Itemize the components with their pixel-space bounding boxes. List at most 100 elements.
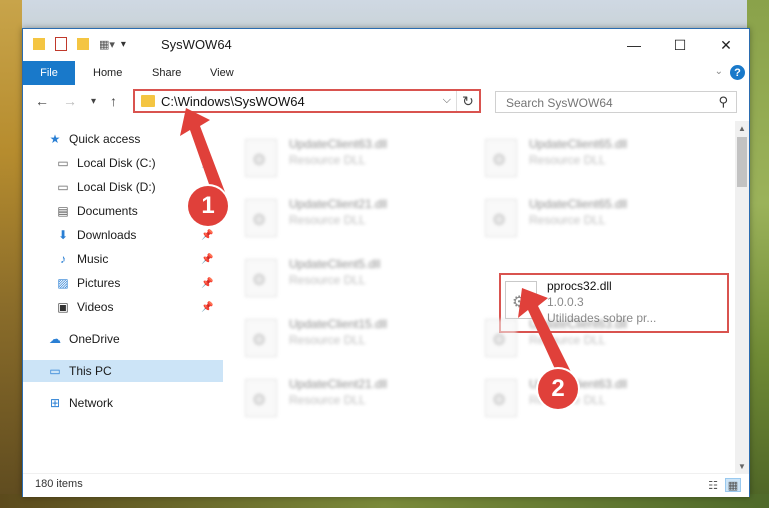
- tab-home[interactable]: Home: [93, 61, 122, 85]
- file-item[interactable]: UpdateClient15.dll Resource DLL: [223, 309, 453, 359]
- file-name: UpdateClient21.dll: [289, 197, 388, 211]
- drive-icon: ▭: [57, 180, 69, 194]
- computer-icon: ▭: [49, 364, 61, 378]
- sidebar-item-label: Videos: [77, 300, 114, 314]
- new-folder-icon[interactable]: [77, 38, 89, 50]
- expand-ribbon-icon[interactable]: ⌄: [715, 66, 723, 77]
- file-item[interactable]: UpdateClient65.dll Resource DLL: [463, 189, 693, 239]
- file-item[interactable]: UpdateClient63.dll Resource DLL: [223, 129, 453, 179]
- refresh-button[interactable]: ↻: [456, 91, 479, 111]
- file-item[interactable]: UpdateClient21.dll Resource DLL: [223, 369, 453, 419]
- videos-icon: ▣: [57, 300, 69, 314]
- sidebar-item-label: Documents: [77, 204, 138, 218]
- folder-icon: [141, 95, 155, 107]
- properties-icon[interactable]: [55, 37, 67, 51]
- file-item[interactable]: UpdateClient65.dll Resource DLL: [463, 129, 693, 179]
- file-name: UpdateClient65.dll: [529, 137, 628, 151]
- drive-icon: ▭: [57, 156, 69, 170]
- dll-file-icon: [245, 319, 277, 357]
- maximize-button[interactable]: ☐: [657, 29, 703, 61]
- search-input[interactable]: [504, 93, 708, 113]
- download-icon: ⬇: [57, 228, 69, 242]
- dll-file-icon: [485, 139, 517, 177]
- step-badge-2: 2: [538, 369, 578, 409]
- sidebar-item-pictures[interactable]: ▨ Pictures 📌: [23, 272, 248, 294]
- item-count: 180 items: [35, 478, 83, 490]
- recent-locations-button[interactable]: ▾: [91, 96, 96, 107]
- up-button[interactable]: ↑: [110, 93, 117, 109]
- scroll-down-icon[interactable]: ▼: [735, 459, 749, 473]
- file-description: Resource DLL: [289, 213, 366, 227]
- sidebar-item-label: OneDrive: [69, 332, 120, 346]
- title-bar: ▦▾ ▾ SysWOW64 — ☐ ✕: [23, 29, 749, 61]
- file-description: Resource DLL: [289, 393, 366, 407]
- file-description: Resource DLL: [529, 153, 606, 167]
- status-bar: 180 items ☷ ▦: [23, 473, 749, 497]
- pin-icon: 📌: [201, 229, 214, 241]
- network-icon: ⊞: [49, 396, 61, 410]
- dll-file-icon: [245, 199, 277, 237]
- sidebar-item-label: Local Disk (C:): [77, 156, 156, 170]
- sidebar-item-onedrive[interactable]: ☁ OneDrive: [23, 328, 240, 350]
- close-button[interactable]: ✕: [703, 29, 749, 61]
- step-badge-1: 1: [188, 186, 228, 226]
- desktop-background-right: [747, 0, 769, 508]
- file-description: Resource DLL: [289, 273, 366, 287]
- quick-access-toolbar: ▦▾ ▾: [33, 35, 126, 53]
- documents-icon: ▤: [57, 204, 69, 218]
- dll-file-icon: [245, 259, 277, 297]
- music-icon: ♪: [60, 252, 66, 266]
- sidebar-item-label: Music: [77, 252, 109, 266]
- forward-button[interactable]: →: [63, 93, 77, 109]
- sidebar-item-label: Downloads: [77, 228, 137, 242]
- tab-view[interactable]: View: [210, 61, 234, 85]
- search-box[interactable]: ⚲: [495, 91, 737, 113]
- sidebar-item-label: Quick access: [69, 132, 141, 146]
- file-description: Resource DLL: [289, 333, 366, 347]
- star-icon: ★: [49, 132, 61, 146]
- back-button[interactable]: ←: [35, 93, 49, 109]
- scroll-up-icon[interactable]: ▲: [735, 121, 749, 135]
- tiles-view-icon[interactable]: ▦: [725, 478, 741, 492]
- dll-file-icon: [245, 139, 277, 177]
- tab-share[interactable]: Share: [152, 61, 181, 85]
- dll-file-icon: [485, 199, 517, 237]
- details-view-icon[interactable]: ☷: [705, 478, 721, 492]
- sidebar-item-music[interactable]: ♪ Music 📌: [23, 248, 248, 270]
- customize-toolbar-icon[interactable]: ▦▾: [99, 38, 115, 51]
- explorer-window: ▦▾ ▾ SysWOW64 — ☐ ✕ File Home Share View…: [22, 28, 750, 497]
- sidebar-item-label: Local Disk (D:): [77, 180, 156, 194]
- pin-icon: 📌: [201, 277, 214, 289]
- file-item[interactable]: UpdateClient21.dll Resource DLL: [223, 189, 453, 239]
- tab-file[interactable]: File: [23, 61, 75, 85]
- file-list: UpdateClient63.dll Resource DLL UpdateCl…: [223, 121, 735, 473]
- folder-icon[interactable]: [33, 38, 45, 50]
- file-description: Resource DLL: [529, 213, 606, 227]
- pin-icon: 📌: [201, 301, 214, 313]
- sidebar-item-network[interactable]: ⊞ Network: [23, 392, 240, 414]
- sidebar-item-label: Pictures: [77, 276, 121, 290]
- pin-icon: 📌: [201, 253, 214, 265]
- file-name: UpdateClient63.dll: [289, 137, 388, 151]
- dll-file-icon: [245, 379, 277, 417]
- address-dropdown-icon[interactable]: ⌵: [443, 94, 451, 107]
- minimize-button[interactable]: —: [611, 29, 657, 61]
- sidebar-item-this-pc[interactable]: ▭ This PC: [23, 360, 240, 382]
- scroll-thumb[interactable]: [737, 137, 747, 187]
- file-name: UpdateClient65.dll: [529, 197, 628, 211]
- cloud-icon: ☁: [49, 332, 61, 346]
- vertical-scrollbar[interactable]: ▲ ▼: [735, 121, 749, 473]
- search-icon[interactable]: ⚲: [718, 94, 728, 110]
- sidebar-item-label: Network: [69, 396, 114, 410]
- file-name: UpdateClient15.dll: [289, 317, 388, 331]
- pictures-icon: ▨: [57, 276, 69, 290]
- file-item[interactable]: UpdateClient5.dll Resource DLL: [223, 249, 453, 299]
- help-icon[interactable]: ?: [730, 65, 745, 80]
- sidebar-item-downloads[interactable]: ⬇ Downloads 📌: [23, 224, 248, 246]
- desktop-background-left: [0, 0, 22, 508]
- sidebar-item-videos[interactable]: ▣ Videos 📌: [23, 296, 248, 318]
- toolbar-dropdown-icon[interactable]: ▾: [121, 39, 126, 50]
- file-name: UpdateClient5.dll: [289, 257, 381, 271]
- ribbon-tabs: File Home Share View ⌄ ?: [23, 61, 749, 86]
- file-description: Resource DLL: [289, 153, 366, 167]
